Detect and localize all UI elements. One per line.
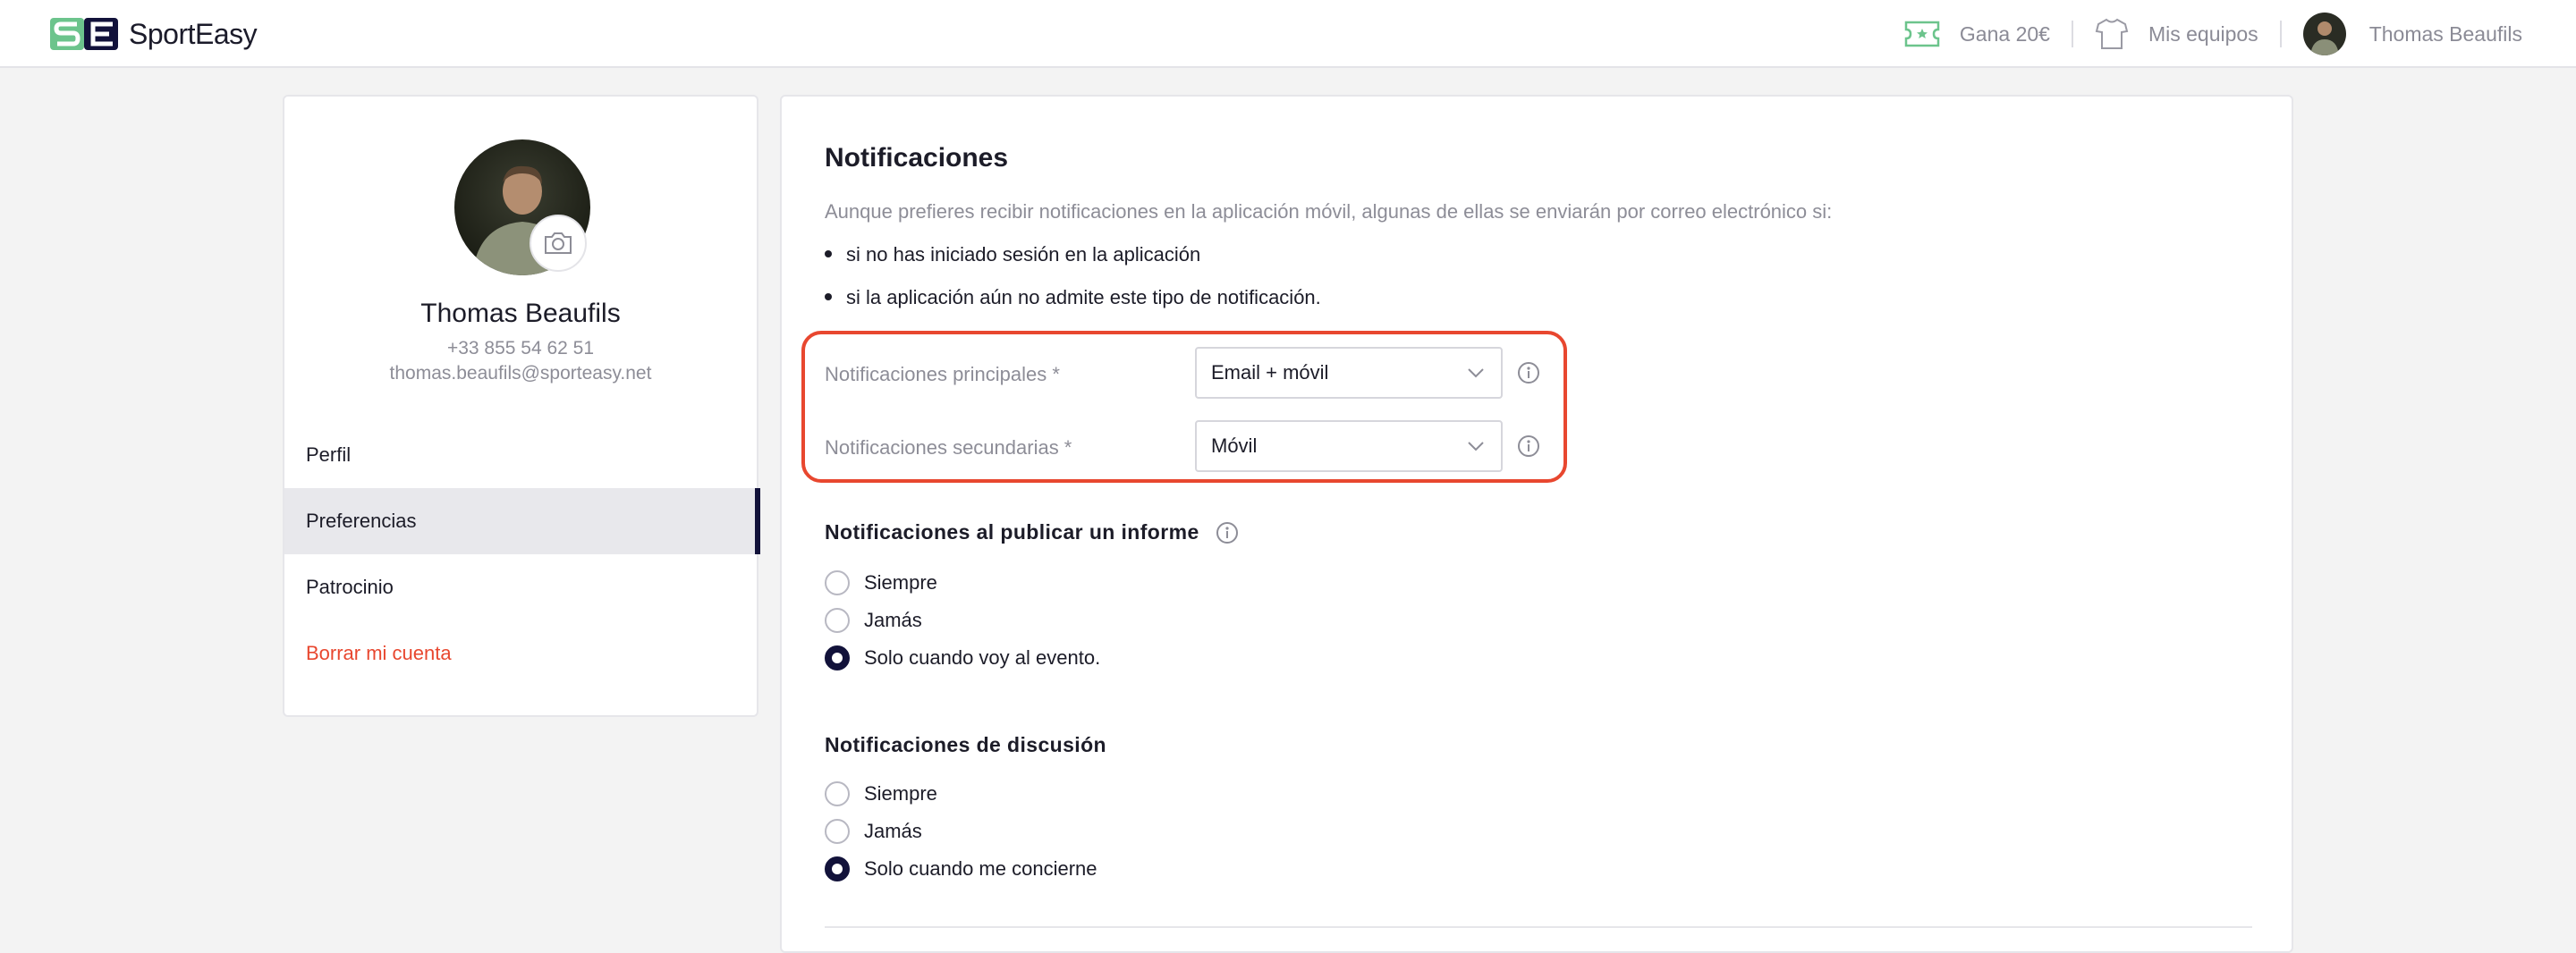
radio-label: Jamás bbox=[864, 820, 922, 842]
change-photo-button[interactable] bbox=[530, 215, 587, 272]
radio-label: Solo cuando me concierne bbox=[864, 857, 1097, 880]
jersey-icon bbox=[2095, 17, 2129, 51]
my-teams-link[interactable]: Mis equipos bbox=[2095, 17, 2258, 51]
intro-text: Aunque prefieres recibir notificaciones … bbox=[825, 200, 1833, 223]
logo-text: SportEasy bbox=[129, 17, 258, 50]
radio-label: Siempre bbox=[864, 571, 937, 594]
radio-button[interactable] bbox=[825, 570, 850, 595]
discussion-section-title: Notificaciones de discusión bbox=[825, 733, 1106, 757]
settings-menu: Perfil Preferencias Patrocinio Borrar mi… bbox=[284, 422, 760, 687]
list-item: si no has iniciado sesión en la aplicaci… bbox=[825, 243, 1200, 266]
user-name: Thomas Beaufils bbox=[2368, 21, 2522, 46]
section-title-text: Notificaciones al publicar un informe bbox=[825, 520, 1199, 544]
earn-label: Gana 20€ bbox=[1959, 21, 2050, 46]
radio-button[interactable] bbox=[825, 781, 850, 806]
list-item: si la aplicación aún no admite este tipo… bbox=[825, 286, 1321, 309]
avatar bbox=[2302, 13, 2346, 55]
profile-name: Thomas Beaufils bbox=[420, 299, 621, 328]
report-section-title: Notificaciones al publicar un informe bbox=[825, 520, 1239, 544]
sidebar-item-profile[interactable]: Perfil bbox=[284, 422, 758, 488]
notifications-panel: Notificaciones Aunque prefieres recibir … bbox=[780, 95, 2293, 953]
my-teams-label: Mis equipos bbox=[2148, 21, 2258, 46]
radio-label: Jamás bbox=[864, 609, 922, 631]
bullet-text: si la aplicación aún no admite este tipo… bbox=[846, 286, 1321, 308]
logo[interactable]: SportEasy bbox=[50, 17, 258, 50]
ticket-star-icon bbox=[1904, 21, 1940, 47]
bullet-dot bbox=[825, 293, 832, 301]
report-option-when-attending[interactable]: Solo cuando voy al evento. bbox=[825, 645, 1100, 670]
sporteasy-logo-icon bbox=[50, 18, 118, 50]
sidebar-item-delete-account[interactable]: Borrar mi cuenta bbox=[284, 620, 758, 687]
report-option-always[interactable]: Siempre bbox=[825, 570, 937, 595]
main-notifications-label: Notificaciones principales * bbox=[825, 363, 1060, 385]
nav-divider bbox=[2071, 21, 2073, 47]
sidebar-item-label: Perfil bbox=[306, 443, 352, 466]
info-icon[interactable] bbox=[1517, 361, 1540, 384]
top-bar: SportEasy Gana 20€ Mis equipos Thomas Be… bbox=[0, 0, 2576, 68]
section-title-text: Notificaciones de discusión bbox=[825, 733, 1106, 756]
sidebar-item-sponsorship[interactable]: Patrocinio bbox=[284, 554, 758, 620]
info-icon[interactable] bbox=[1517, 434, 1540, 458]
discussion-option-when-concerned[interactable]: Solo cuando me concierne bbox=[825, 856, 1097, 881]
radio-label: Solo cuando voy al evento. bbox=[864, 646, 1101, 669]
info-icon[interactable] bbox=[1216, 521, 1239, 544]
profile-card: Thomas Beaufils +33 855 54 62 51 thomas.… bbox=[283, 95, 760, 717]
profile-email: thomas.beaufils@sporteasy.net bbox=[389, 363, 652, 384]
secondary-notifications-select[interactable]: Móvil bbox=[1195, 420, 1503, 472]
profile-avatar-wrap bbox=[454, 139, 590, 275]
radio-label: Siempre bbox=[864, 782, 937, 805]
secondary-notifications-label: Notificaciones secundarias * bbox=[825, 436, 1072, 459]
select-value: Email + móvil bbox=[1211, 361, 1329, 384]
sidebar-item-label: Preferencias bbox=[306, 510, 417, 532]
radio-button[interactable] bbox=[825, 608, 850, 633]
bullet-text: si no has iniciado sesión en la aplicaci… bbox=[846, 243, 1201, 266]
discussion-option-always[interactable]: Siempre bbox=[825, 781, 937, 806]
report-option-never[interactable]: Jamás bbox=[825, 608, 922, 633]
bullet-dot bbox=[825, 250, 832, 258]
radio-button-checked[interactable] bbox=[825, 645, 850, 670]
chevron-down-icon bbox=[1468, 368, 1484, 378]
chevron-down-icon bbox=[1468, 442, 1484, 451]
discussion-option-never[interactable]: Jamás bbox=[825, 819, 922, 844]
radio-button-checked[interactable] bbox=[825, 856, 850, 881]
sidebar-item-label: Borrar mi cuenta bbox=[306, 642, 452, 664]
radio-button[interactable] bbox=[825, 819, 850, 844]
camera-icon bbox=[545, 232, 572, 254]
sidebar-item-preferences[interactable]: Preferencias bbox=[284, 488, 760, 554]
section-divider bbox=[825, 926, 2252, 928]
page-title: Notificaciones bbox=[825, 143, 1009, 173]
profile-phone: +33 855 54 62 51 bbox=[446, 338, 595, 358]
select-value: Móvil bbox=[1211, 434, 1258, 457]
sidebar-item-label: Patrocinio bbox=[306, 576, 394, 598]
header-nav: Gana 20€ Mis equipos Thomas Beaufils bbox=[1904, 0, 2522, 68]
earn-link[interactable]: Gana 20€ bbox=[1904, 21, 2050, 47]
main-notifications-select[interactable]: Email + móvil bbox=[1195, 347, 1503, 399]
nav-divider bbox=[2279, 21, 2282, 47]
user-menu[interactable]: Thomas Beaufils bbox=[2302, 13, 2522, 55]
